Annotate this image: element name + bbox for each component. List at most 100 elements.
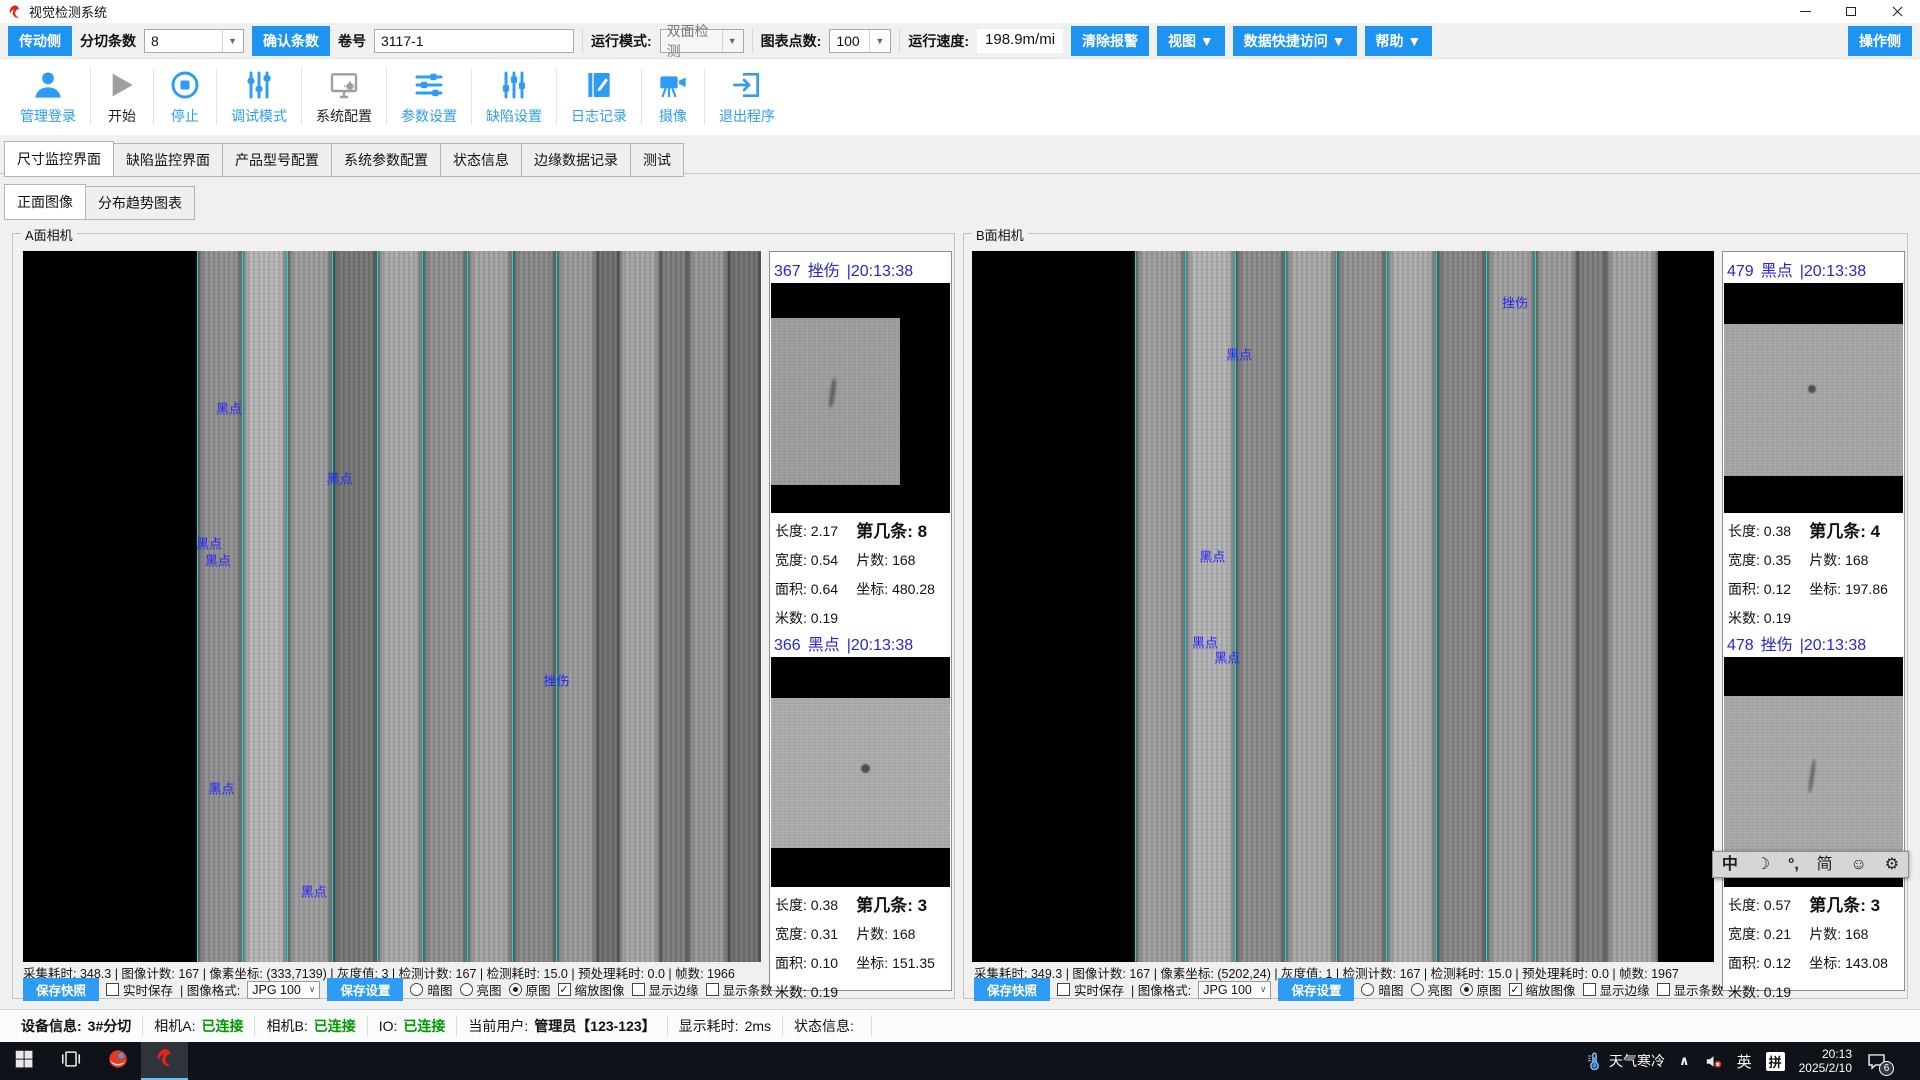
- ime-language-bar: 中 ☽ °, 简 ☺ ⚙: [1712, 851, 1909, 878]
- display-option-checkbox[interactable]: 显示边缘: [632, 980, 699, 999]
- minimize-button[interactable]: [1782, 0, 1828, 23]
- toolbar-divider: [582, 29, 583, 53]
- main-tab-2[interactable]: 产品型号配置: [222, 143, 332, 177]
- defect-card[interactable]: 479黑点|20:13:38长度: 0.38第几条: 4宽度: 0.35片数: …: [1724, 255, 1903, 633]
- drive-side-button[interactable]: 传动侧: [8, 26, 72, 56]
- defect-field: 米数: 0.19: [1728, 978, 1809, 1007]
- toolbar-item-label: 开始: [108, 106, 136, 126]
- clear-alarm-button[interactable]: 清除报警: [1071, 26, 1149, 56]
- image-mode-radio[interactable]: 暗图: [1361, 980, 1403, 999]
- image-format-select[interactable]: JPG 100∨: [247, 981, 320, 999]
- confirm-count-button[interactable]: 确认条数: [252, 26, 330, 56]
- display-option-checkbox[interactable]: ✓缩放图像: [558, 980, 625, 999]
- status-item-label: 当前用户:: [468, 1016, 528, 1036]
- tool-monitor-gear-button[interactable]: 系统配置: [302, 64, 386, 130]
- operate-side-button[interactable]: 操作侧: [1848, 26, 1912, 56]
- main-tab-4[interactable]: 状态信息: [440, 143, 522, 177]
- taskbar-vision-app-button[interactable]: [141, 1042, 188, 1080]
- display-option-checkbox[interactable]: ✓缩放图像: [1509, 980, 1576, 999]
- taskbar-windows-start-button[interactable]: [0, 1042, 47, 1080]
- checkbox-label: 显示边缘: [1600, 980, 1650, 999]
- language-indicator[interactable]: 英: [1737, 1051, 1752, 1072]
- camera-a-title: A面相机: [21, 225, 77, 244]
- ime-emoji-icon[interactable]: ☺: [1851, 852, 1867, 877]
- help-menu-button[interactable]: 帮助 ▼: [1365, 26, 1433, 56]
- display-option-checkbox[interactable]: 显示边缘: [1583, 980, 1650, 999]
- image-mode-radio[interactable]: 亮图: [460, 980, 502, 999]
- tool-exit-button[interactable]: 退出程序: [705, 64, 789, 130]
- defect-card[interactable]: 367挫伤|20:13:38长度: 2.17第几条: 8宽度: 0.54片数: …: [771, 255, 950, 633]
- realtime-save-checkbox[interactable]: 实时保存: [1057, 980, 1124, 999]
- slit-count-select[interactable]: 8 ▼: [144, 29, 244, 53]
- tool-defect-sliders-button[interactable]: 缺陷设置: [472, 64, 556, 130]
- ime-simplified-icon[interactable]: 简: [1817, 852, 1833, 877]
- taskbar-red-app-button[interactable]: [94, 1042, 141, 1080]
- camera-a-controls: 保存快照实时保存| 图像格式:JPG 100∨保存设置暗图亮图原图✓缩放图像显示…: [23, 980, 773, 999]
- save-settings-button[interactable]: 保存设置: [1278, 978, 1354, 1001]
- material-strip: [332, 251, 377, 962]
- ime-fullwidth-icon[interactable]: ☽: [1756, 852, 1770, 877]
- defect-thumbnail: [771, 657, 950, 887]
- hidden-icons-button[interactable]: ∧: [1679, 1053, 1690, 1069]
- image-mode-radio[interactable]: 亮图: [1411, 980, 1453, 999]
- tool-video-camera-button[interactable]: 摄像: [642, 64, 704, 130]
- run-mode-select[interactable]: 双面检测 ▼: [660, 29, 744, 53]
- view-menu-button[interactable]: 视图 ▼: [1157, 26, 1225, 56]
- sub-tab-0[interactable]: 正面图像: [4, 184, 86, 220]
- display-option-checkbox[interactable]: 显示条数: [1657, 980, 1724, 999]
- defect-thumbnail: [1724, 283, 1903, 513]
- material-strip: [619, 251, 660, 962]
- defect-mark: [861, 764, 870, 773]
- app-logo-icon: [7, 4, 23, 20]
- save-settings-button[interactable]: 保存设置: [327, 978, 403, 1001]
- weather-widget[interactable]: 天气寒冷: [1585, 1051, 1665, 1071]
- toolbar-item-label: 日志记录: [571, 106, 627, 126]
- save-snapshot-button[interactable]: 保存快照: [974, 978, 1050, 1001]
- weather-text: 天气寒冷: [1609, 1051, 1665, 1071]
- toolbar-item-label: 摄像: [659, 106, 687, 126]
- ime-chinese-mode[interactable]: 中: [1722, 852, 1738, 877]
- defect-field: 坐标: 197.86: [1809, 575, 1901, 604]
- tool-debug-sliders-button[interactable]: 调试模式: [217, 64, 301, 130]
- ime-pinyin-icon[interactable]: 拼: [1766, 1052, 1785, 1071]
- main-tab-0[interactable]: 尺寸监控界面: [4, 141, 114, 177]
- main-tab-5[interactable]: 边缘数据记录: [521, 143, 631, 177]
- image-mode-radio[interactable]: 原图: [1460, 980, 1502, 999]
- speaker-muted-icon[interactable]: [1704, 1052, 1723, 1071]
- display-option-checkbox[interactable]: 显示条数: [706, 980, 773, 999]
- ime-punctuation-icon[interactable]: °,: [1788, 852, 1799, 877]
- params-sliders-icon: [412, 69, 446, 101]
- roll-number-input[interactable]: [374, 29, 574, 53]
- material-strip: [1606, 251, 1658, 962]
- chart-points-select[interactable]: 100 ▼: [829, 29, 891, 53]
- radio-label: 暗图: [427, 980, 452, 999]
- defect-card[interactable]: 478挫伤|20:13:38长度: 0.57第几条: 3宽度: 0.21片数: …: [1724, 629, 1903, 1007]
- notification-center-button[interactable]: 6: [1866, 1051, 1887, 1072]
- taskbar-task-view-button[interactable]: [47, 1042, 94, 1080]
- main-tab-3[interactable]: 系统参数配置: [331, 143, 441, 177]
- data-quick-access-button[interactable]: 数据快捷访问 ▼: [1233, 26, 1357, 56]
- tool-params-sliders-button[interactable]: 参数设置: [387, 64, 471, 130]
- main-tab-6[interactable]: 测试: [630, 143, 684, 177]
- ime-settings-icon[interactable]: ⚙: [1885, 852, 1899, 877]
- maximize-button[interactable]: [1828, 0, 1874, 23]
- main-tab-1[interactable]: 缺陷监控界面: [113, 143, 223, 177]
- tool-play-button[interactable]: 开始: [91, 64, 153, 130]
- image-format-select[interactable]: JPG 100∨: [1198, 981, 1271, 999]
- defect-card[interactable]: 366黑点|20:13:38长度: 0.38第几条: 3宽度: 0.31片数: …: [771, 629, 950, 1007]
- image-mode-radio[interactable]: 暗图: [410, 980, 452, 999]
- user-icon: [31, 69, 65, 101]
- save-snapshot-button[interactable]: 保存快照: [23, 978, 99, 1001]
- system-tray: 天气寒冷 ∧ 英 拼 20:13 2025/2/10 6: [1585, 1042, 1920, 1080]
- tool-stop-button[interactable]: 停止: [154, 64, 216, 130]
- material-strip: [23, 251, 197, 962]
- tool-user-button[interactable]: 管理登录: [6, 64, 90, 130]
- tool-journal-button[interactable]: 日志记录: [557, 64, 641, 130]
- close-button[interactable]: [1874, 0, 1920, 23]
- image-mode-radio[interactable]: 原图: [509, 980, 551, 999]
- run-mode-label: 运行模式:: [591, 31, 652, 51]
- sub-tab-1[interactable]: 分布趋势图表: [85, 186, 195, 220]
- realtime-save-checkbox[interactable]: 实时保存: [106, 980, 173, 999]
- toolbar-item-label: 调试模式: [231, 106, 287, 126]
- taskbar-clock[interactable]: 20:13 2025/2/10: [1799, 1047, 1852, 1075]
